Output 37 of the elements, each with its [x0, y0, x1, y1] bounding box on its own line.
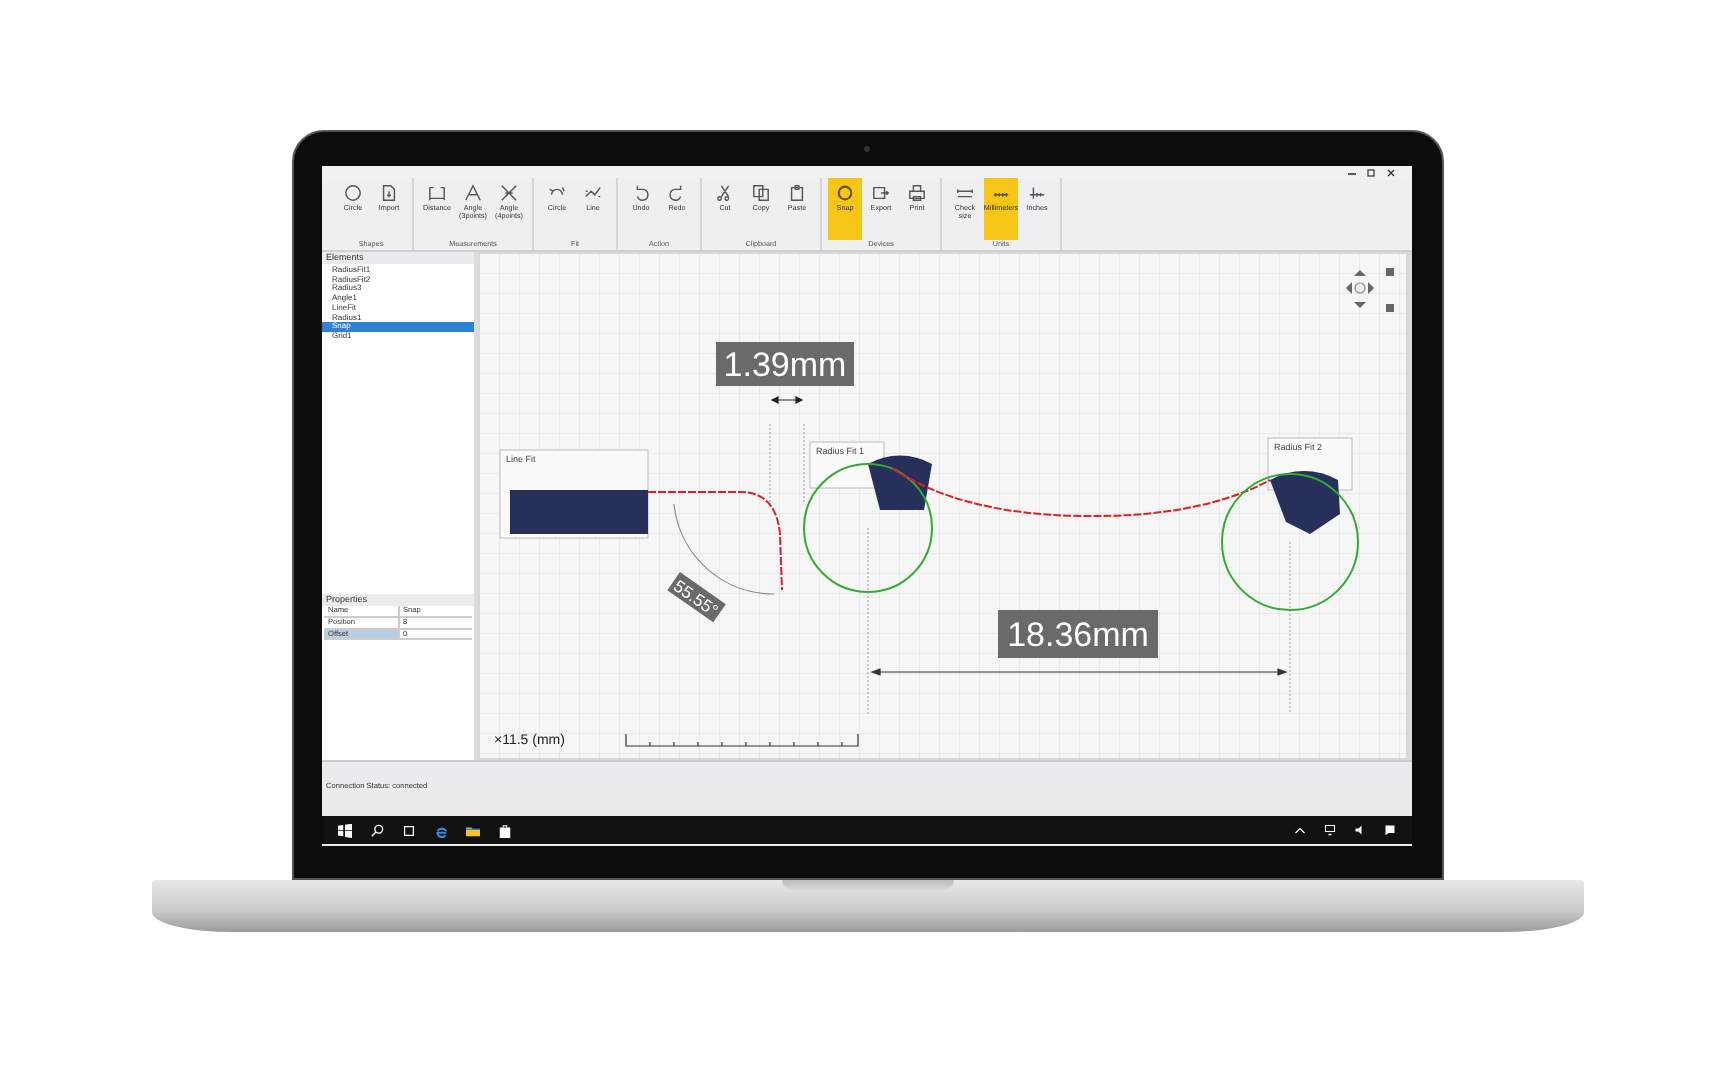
circle-icon: [344, 184, 362, 202]
dimension-label: 18.36mm: [998, 610, 1158, 658]
task-view-icon[interactable]: [402, 823, 416, 837]
radius-fit-shape: [1270, 471, 1340, 534]
radius-fit-shape: [868, 455, 932, 510]
dimension-arrow: [771, 396, 803, 404]
copy-icon: [752, 184, 770, 202]
clipboard-icon: [788, 184, 806, 202]
angle-icon: [464, 184, 482, 202]
cross-angle-icon: [500, 184, 518, 202]
camera-icon: [864, 146, 870, 152]
printer-icon: [908, 184, 926, 202]
network-icon[interactable]: [1324, 824, 1336, 836]
window-controls-icon[interactable]: [1344, 167, 1400, 177]
browser-icon[interactable]: [434, 823, 448, 837]
ruler-icon: [1028, 184, 1046, 202]
fit-circle: [803, 463, 933, 593]
search-icon[interactable]: [370, 823, 384, 837]
export-icon: [872, 184, 890, 202]
redo-icon: [668, 184, 686, 202]
dimension-label: 1.39mm: [716, 342, 854, 386]
notification-icon[interactable]: [1384, 824, 1396, 836]
line-fit-shape: [510, 490, 648, 534]
distance-icon: [428, 184, 446, 202]
ruler-icon: [956, 184, 974, 202]
shopping-bag-icon[interactable]: [498, 823, 512, 837]
document-icon: [380, 184, 398, 202]
navigation-pad-icon[interactable]: [1346, 268, 1394, 312]
folder-icon[interactable]: [466, 823, 480, 837]
line-fit-icon: [584, 184, 602, 202]
fit-circle: [1221, 473, 1359, 611]
speaker-icon[interactable]: [1354, 824, 1366, 836]
undo-icon: [632, 184, 650, 202]
windows-icon[interactable]: [338, 823, 352, 837]
scissors-icon: [716, 184, 734, 202]
chevron-up-icon[interactable]: [1294, 824, 1306, 836]
ring-icon: [836, 184, 854, 202]
